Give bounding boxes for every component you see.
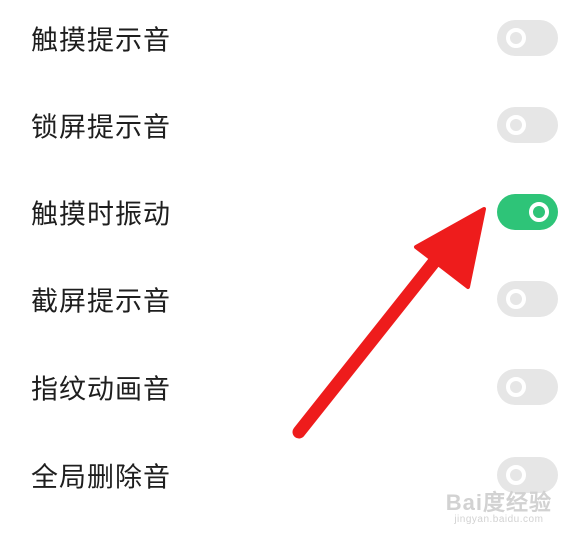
setting-label: 锁屏提示音: [31, 112, 171, 144]
toggle-switch[interactable]: [497, 281, 558, 317]
toggle-knob: [506, 289, 526, 309]
setting-row-screenshot-sound[interactable]: 截屏提示音: [0, 264, 582, 334]
setting-label: 触摸提示音: [31, 25, 171, 57]
setting-row-touch-vibration[interactable]: 触摸时振动: [0, 177, 582, 247]
setting-label: 全局删除音: [31, 462, 171, 494]
toggle-switch[interactable]: [497, 107, 558, 143]
setting-label: 指纹动画音: [31, 374, 171, 406]
toggle-knob: [506, 377, 526, 397]
toggle-knob: [506, 115, 526, 135]
toggle-knob: [506, 28, 526, 48]
setting-row-fingerprint-sound[interactable]: 指纹动画音: [0, 352, 582, 422]
toggle-switch[interactable]: [497, 194, 558, 230]
setting-label: 截屏提示音: [31, 286, 171, 318]
toggle-switch[interactable]: [497, 457, 558, 493]
toggle-switch[interactable]: [497, 369, 558, 405]
setting-row-lock-sound[interactable]: 锁屏提示音: [0, 90, 582, 160]
setting-row-touch-sound[interactable]: 触摸提示音: [0, 3, 582, 73]
setting-row-global-delete-sound[interactable]: 全局删除音: [0, 440, 582, 510]
setting-label: 触摸时振动: [31, 199, 171, 231]
toggle-knob: [506, 465, 526, 485]
toggle-knob: [529, 202, 549, 222]
settings-list: 触摸提示音 锁屏提示音 触摸时振动 截屏提示音 指纹动画音 全局删除音: [0, 0, 582, 540]
toggle-switch[interactable]: [497, 20, 558, 56]
